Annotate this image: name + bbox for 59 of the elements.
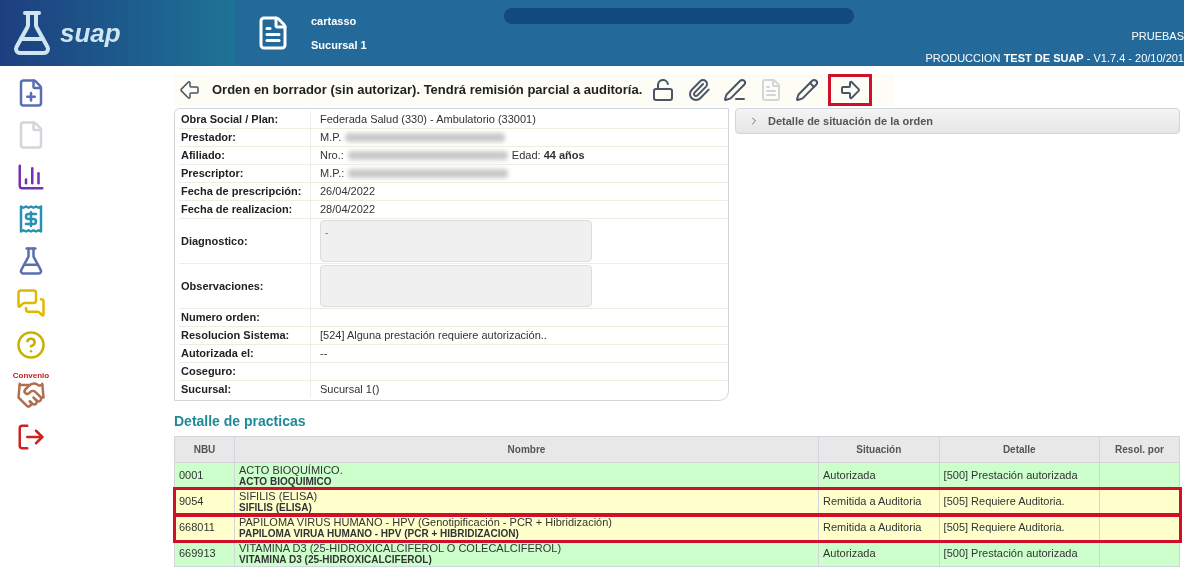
field-label: Resolucion Sistema:: [179, 327, 311, 344]
table-cell: VITAMINA D3 (25-HIDROXICALCIFEROL O COLECALCIFEROL) VITAMINA D3 (25-HIDROXICALCIFEROL): [234, 540, 819, 567]
field-label: Fecha de realizacion:: [179, 201, 311, 218]
field-prefix: M.P.:: [320, 166, 345, 182]
pencil-icon: [795, 78, 820, 102]
age-text: Edad: 44 años: [511, 148, 585, 164]
field-label: Prestador:: [179, 129, 311, 146]
signature-icon: [723, 78, 748, 102]
field-value: Sucursal 1(): [320, 382, 380, 398]
exit-door-icon: [16, 422, 46, 452]
situation-panel-header[interactable]: Detalle de situación de la orden: [735, 108, 1180, 134]
user-name: cartasso: [311, 13, 358, 29]
branch-name: Sucursal 1: [311, 38, 367, 53]
column-header: Resol. por: [1099, 436, 1180, 463]
bar-chart-icon: [16, 162, 46, 192]
field-prefix: Nro.:: [320, 148, 344, 164]
field-label: Coseguro:: [179, 363, 311, 380]
column-header: Nombre: [234, 436, 819, 463]
column-header: NBU: [174, 436, 235, 463]
open-lock-icon: [651, 78, 676, 102]
field-value: Federada Salud (330) - Ambulatorio (33001): [320, 112, 536, 128]
question-icon: [16, 330, 46, 360]
back-arrow-icon: [178, 78, 202, 102]
field-label: Observaciones:: [179, 264, 311, 308]
field-value: 26/04/2022: [320, 184, 376, 200]
paperclip-icon: [687, 78, 712, 102]
environment-label: PRUEBAS: [1131, 29, 1184, 44]
column-header: Detalle: [939, 436, 1100, 463]
field-label: Obra Social / Plan:: [179, 111, 311, 128]
table-cell: 669913: [174, 540, 235, 567]
practice-row[interactable]: 9054 SIFILIS (ELISA) SIFILIS (ELISA) Remitida a Auditoria [505] Requiere Auditoria.: [174, 488, 1180, 515]
order-status-title: Orden en borrador (sin autorizar). Tendrá remisión parcial a auditoría.: [212, 81, 643, 100]
forward-arrow-button[interactable]: [828, 74, 873, 106]
text-area[interactable]: -: [320, 220, 592, 262]
field-value: [524] Alguna prestación requiere autorización..: [320, 328, 547, 344]
field-label: Autorizada el:: [179, 345, 311, 362]
practice-row[interactable]: 0001 ACTO BIOQUÍMICO. ACTO BIOQUIMICO Autorizada [500] Prestación autorizada: [174, 462, 1180, 489]
table-cell: Autorizada: [818, 540, 940, 567]
field-label: Numero orden:: [179, 309, 311, 326]
table-cell: [500] Prestación autorizada: [939, 540, 1100, 567]
field-label: Diagnostico:: [179, 219, 311, 263]
practice-row[interactable]: 668011 PAPILOMA VIRUS HUMANO - HPV (Genotipificación - PCR + Hibridización) PAPILOMA VIRUA HUMANO - HPV (PCR + HIBRIDIZACION) Remitida a Auditoria [505] Requiere Auditoria.: [174, 514, 1180, 541]
field-prefix: M.P.: [320, 130, 342, 146]
column-header: Situación: [818, 436, 940, 463]
logo-text: suap: [60, 16, 121, 50]
sidebar-item[interactable]: [16, 422, 46, 452]
field-label: Prescriptor:: [179, 165, 311, 182]
field-label: Afiliado:: [179, 147, 311, 164]
version-text: PRODUCCION TEST DE SUAP - V1.7.4 - 20/10/201: [925, 50, 1184, 66]
handshake-icon: [16, 380, 46, 410]
chat-bubbles-icon: [16, 288, 46, 318]
field-label: Fecha de prescripción:: [179, 183, 311, 200]
field-value: --: [320, 346, 328, 362]
field-value: 28/04/2022: [320, 202, 376, 218]
sidebar-item[interactable]: [16, 162, 46, 192]
forward-arrow-icon: [838, 78, 863, 102]
sidebar-item[interactable]: Convenio: [12, 372, 50, 410]
section-title: Detalle de practicas: [174, 412, 307, 431]
field-label: Sucursal:: [179, 381, 311, 398]
